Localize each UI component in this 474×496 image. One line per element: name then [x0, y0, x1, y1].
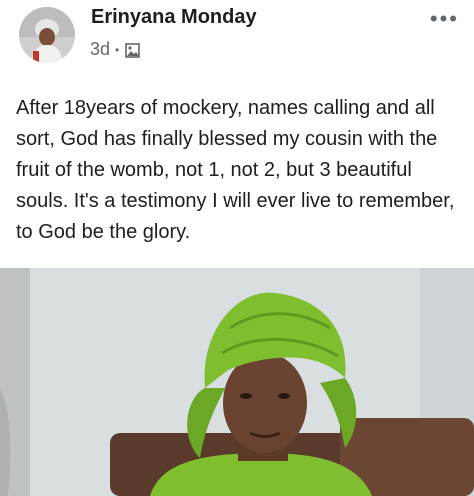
more-options-icon[interactable]: ••• — [430, 6, 459, 32]
avatar-image — [19, 7, 75, 63]
photo-icon — [125, 42, 141, 58]
post-photo[interactable] — [0, 268, 474, 496]
meta-separator: • — [115, 42, 120, 57]
author-name[interactable]: Erinyana Monday — [91, 6, 257, 29]
post-timestamp[interactable]: 3d — [90, 39, 110, 60]
post-text: After 18years of mockery, names calling … — [16, 97, 455, 243]
post-image — [0, 268, 474, 496]
author-avatar[interactable] — [19, 7, 75, 63]
post-meta: 3d • — [90, 39, 141, 60]
